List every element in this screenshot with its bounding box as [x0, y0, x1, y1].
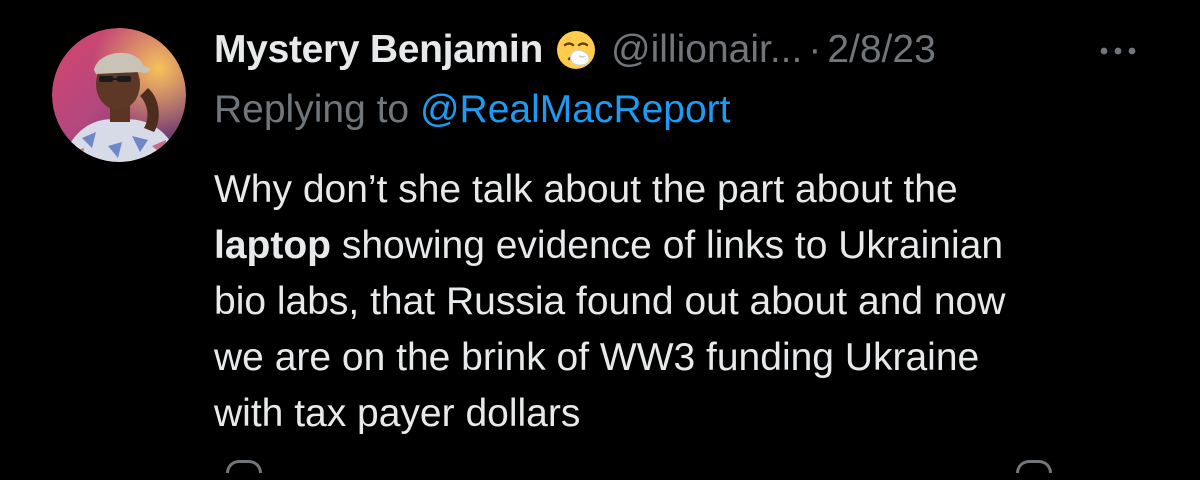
tweet-text-line: laptop showing evidence of links to Ukra… — [214, 218, 1174, 274]
separator-dot: · — [808, 28, 822, 71]
tweet-action-bar — [214, 460, 1144, 480]
tweet-date[interactable]: 2/8/23 — [827, 28, 935, 72]
replying-to-label: Replying to — [214, 88, 410, 131]
share-icon[interactable] — [1016, 460, 1052, 473]
more-dots-icon[interactable] — [1098, 44, 1138, 58]
tweet-text-segment: showing evidence of links to Ukrainian — [330, 224, 1004, 267]
tweet[interactable]: Mystery Benjamin @illionair... · 2/8/23 … — [0, 0, 1200, 473]
bold-word: laptop — [214, 224, 331, 267]
tweet-header: Mystery Benjamin @illionair... · 2/8/23 — [214, 24, 936, 76]
avatar[interactable] — [52, 28, 186, 162]
display-name[interactable]: Mystery Benjamin — [214, 28, 543, 72]
reply-icon[interactable] — [226, 460, 262, 473]
reply-mention-link[interactable]: @RealMacReport — [420, 88, 731, 131]
avatar-image — [52, 28, 186, 162]
replying-to-line: Replying to @RealMacReport — [214, 88, 731, 132]
tweet-text-line: Why don’t she talk about the part about … — [214, 168, 958, 211]
sneezing-face-emoji-icon — [555, 29, 597, 71]
tweet-body: Why don’t she talk about the part about … — [214, 162, 1174, 442]
tweet-text-line: with tax payer dollars — [214, 392, 581, 435]
tweet-text-line: bio labs, that Russia found out about an… — [214, 280, 1006, 323]
tweet-text-line: we are on the brink of WW3 funding Ukrai… — [214, 336, 980, 379]
user-handle[interactable]: @illionair... — [611, 28, 802, 72]
